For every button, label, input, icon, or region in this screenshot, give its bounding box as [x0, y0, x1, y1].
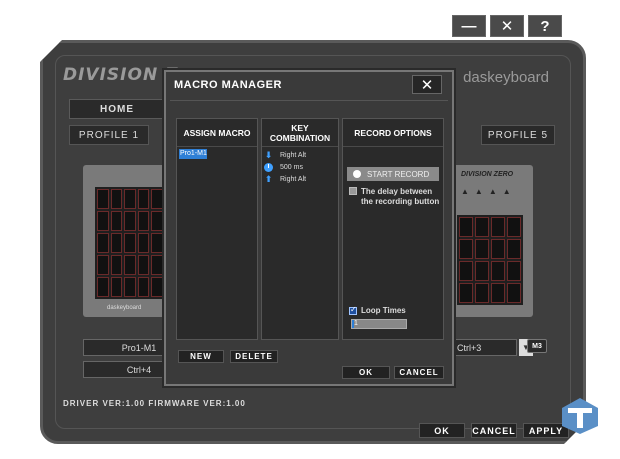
ok-button[interactable]: OK: [419, 423, 465, 438]
tt-logo-icon: [562, 398, 598, 434]
macro-keys: [95, 187, 165, 299]
close-window-button[interactable]: ✕: [490, 15, 524, 37]
keyboard-left-preview: daskeyboard: [83, 165, 173, 317]
record-options-panel: RECORD OPTIONS START RECORD The delay be…: [342, 118, 444, 340]
key[interactable]: [507, 283, 521, 303]
key-event-label: Right Alt: [280, 151, 307, 159]
loop-option[interactable]: Loop Times: [349, 305, 406, 315]
key[interactable]: [111, 255, 123, 275]
key[interactable]: [507, 261, 521, 281]
key[interactable]: [151, 189, 163, 209]
key[interactable]: [459, 261, 473, 281]
key[interactable]: [124, 233, 136, 253]
version-info: DRIVER VER:1.00 FIRMWARE VER:1.00: [63, 399, 246, 408]
keyboard-brand-label: daskeyboard: [107, 305, 142, 311]
daskeyboard-logo: daskeyboard: [463, 69, 549, 86]
key[interactable]: [138, 233, 150, 253]
cancel-button[interactable]: CANCEL: [471, 423, 517, 438]
loop-checkbox[interactable]: [349, 305, 357, 315]
loop-times-input[interactable]: 1: [351, 319, 407, 329]
key-combination-panel: KEY COMBINATION ⬇ Right Alt 500 ms ⬆ Rig…: [261, 118, 339, 340]
key[interactable]: [459, 239, 473, 259]
key-event-label: 500 ms: [280, 163, 303, 171]
close-icon[interactable]: ✕: [412, 75, 442, 94]
clock-icon: [264, 162, 273, 172]
dialog-ok-button[interactable]: OK: [342, 366, 390, 379]
right-binding-field[interactable]: Ctrl+3: [453, 339, 517, 356]
dialog-cancel-button[interactable]: CANCEL: [394, 366, 444, 379]
key[interactable]: [111, 277, 123, 297]
divider: [170, 100, 448, 101]
key[interactable]: [138, 211, 150, 231]
key[interactable]: [491, 261, 505, 281]
key[interactable]: [138, 255, 150, 275]
help-button[interactable]: ?: [528, 15, 562, 37]
home-button[interactable]: HOME: [69, 99, 165, 119]
profile-5-tab[interactable]: PROFILE 5: [481, 125, 555, 145]
column-header: ASSIGN MACRO: [177, 119, 257, 147]
record-dot-icon: [353, 170, 361, 178]
key[interactable]: [151, 233, 163, 253]
key[interactable]: [491, 217, 505, 237]
division-zero-logo: DIVISION Z: [63, 65, 179, 85]
macro-list-item[interactable]: Pro1-M1: [179, 149, 207, 159]
key[interactable]: [475, 261, 489, 281]
column-header: KEY COMBINATION: [262, 119, 338, 147]
key[interactable]: [138, 277, 150, 297]
dialog-title: MACRO MANAGER: [174, 79, 282, 91]
led-indicators: ▲▲▲▲: [461, 187, 517, 196]
minimize-button[interactable]: —: [452, 15, 486, 37]
key[interactable]: [151, 277, 163, 297]
key[interactable]: [124, 189, 136, 209]
macro-manager-dialog: MACRO MANAGER ✕ ASSIGN MACRO Pro1-M1 KEY…: [164, 70, 454, 386]
column-header: RECORD OPTIONS: [343, 119, 443, 147]
list-item[interactable]: ⬇ Right Alt: [264, 149, 306, 161]
key-event-label: Right Alt: [280, 175, 307, 183]
key[interactable]: [111, 211, 123, 231]
key[interactable]: [97, 189, 109, 209]
key[interactable]: [111, 189, 123, 209]
key[interactable]: [151, 255, 163, 275]
key[interactable]: [459, 283, 473, 303]
key[interactable]: [475, 239, 489, 259]
delay-label: The delay between the recording button: [361, 187, 440, 206]
key[interactable]: [138, 189, 150, 209]
start-record-button[interactable]: START RECORD: [347, 167, 439, 181]
key[interactable]: [491, 239, 505, 259]
key[interactable]: [97, 211, 109, 231]
delete-macro-button[interactable]: DELETE: [230, 350, 278, 363]
key[interactable]: [507, 239, 521, 259]
key[interactable]: [124, 211, 136, 231]
key[interactable]: [124, 255, 136, 275]
key[interactable]: [124, 277, 136, 297]
key[interactable]: [97, 255, 109, 275]
key[interactable]: [475, 217, 489, 237]
delay-option[interactable]: The delay between the recording button: [349, 187, 441, 207]
key[interactable]: [111, 233, 123, 253]
loop-label: Loop Times: [361, 306, 406, 315]
key[interactable]: [475, 283, 489, 303]
numpad-keys: [457, 215, 523, 305]
arrow-down-icon: ⬇: [264, 149, 273, 160]
list-item[interactable]: ⬆ Right Alt: [264, 173, 306, 185]
m3-button[interactable]: M3: [527, 339, 547, 353]
key[interactable]: [151, 211, 163, 231]
start-record-label: START RECORD: [367, 169, 430, 179]
delay-checkbox[interactable]: [349, 187, 357, 195]
window-controls: — ✕ ?: [452, 15, 562, 37]
keyboard-right-preview: DIVISION ZERO ▲▲▲▲: [453, 165, 533, 317]
arrow-up-icon: ⬆: [264, 173, 273, 184]
key[interactable]: [97, 233, 109, 253]
list-item[interactable]: 500 ms: [264, 161, 303, 173]
keyboard-brand-label: DIVISION ZERO: [461, 171, 514, 178]
key[interactable]: [459, 217, 473, 237]
key[interactable]: [507, 217, 521, 237]
key[interactable]: [97, 277, 109, 297]
profile-1-tab[interactable]: PROFILE 1: [69, 125, 149, 145]
assign-macro-panel: ASSIGN MACRO Pro1-M1: [176, 118, 258, 340]
key[interactable]: [491, 283, 505, 303]
new-macro-button[interactable]: NEW: [178, 350, 224, 363]
